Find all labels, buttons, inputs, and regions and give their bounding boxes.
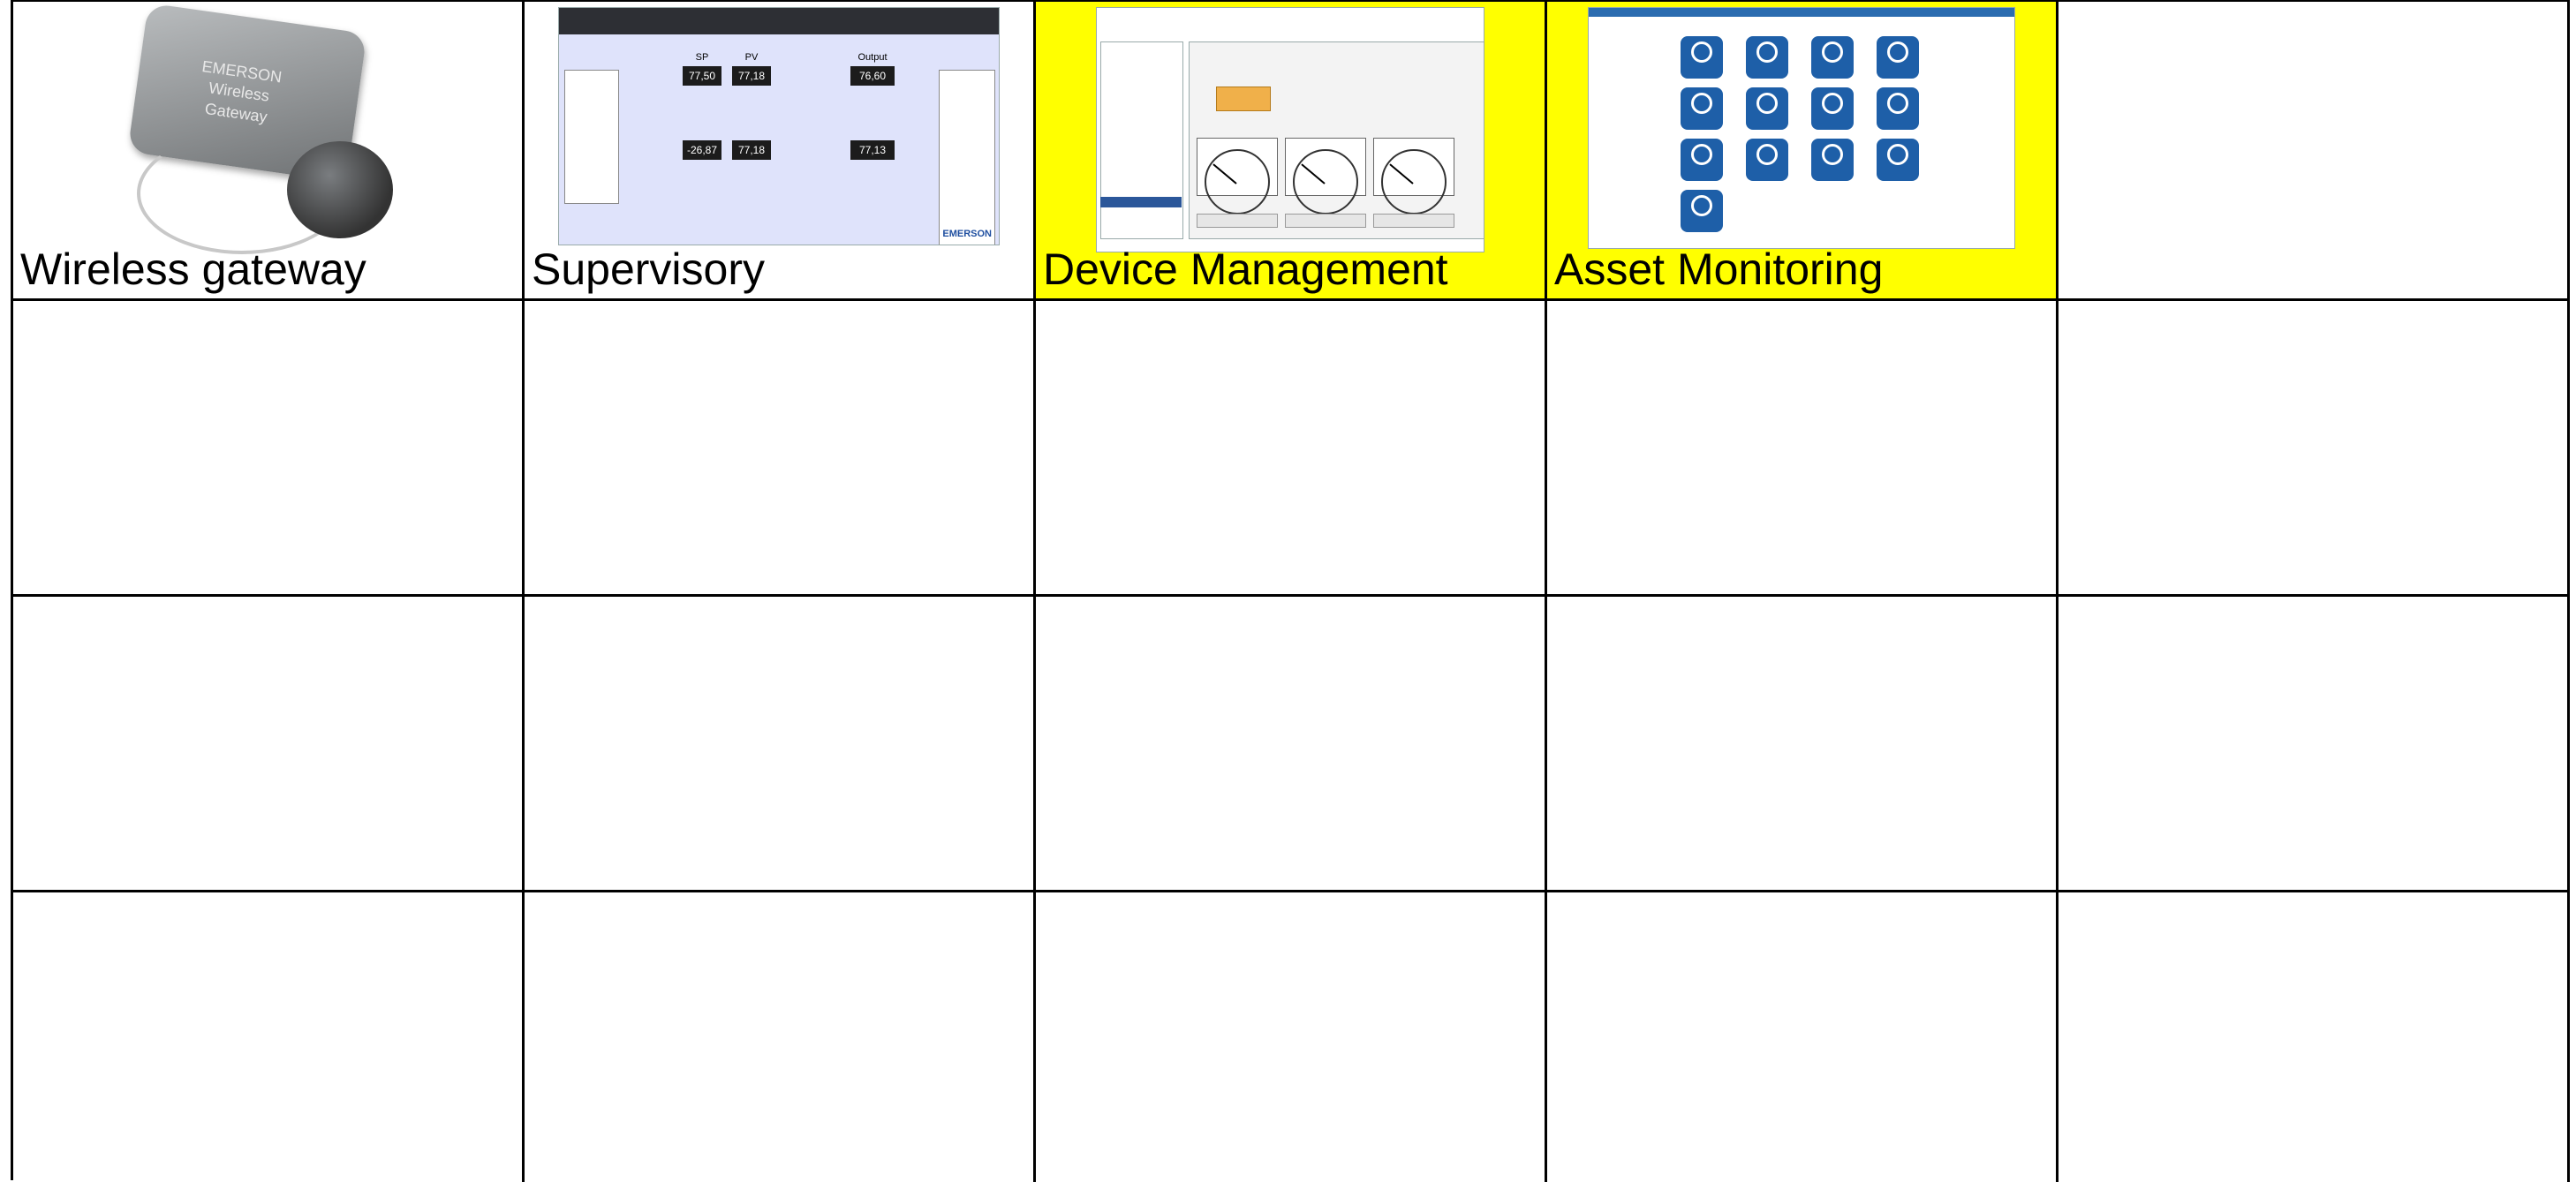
asset-tile bbox=[1681, 139, 1723, 181]
cell-empty bbox=[1036, 301, 1547, 597]
cell-supervisory: SP 77,50 PV 77,18 Output 76,60 -26,87 77… bbox=[525, 2, 1036, 301]
cell-empty bbox=[525, 597, 1036, 892]
value-b: 77,18 bbox=[732, 140, 771, 160]
pv-header: PV bbox=[744, 52, 759, 63]
cell-asset-monitoring: Asset Monitoring bbox=[1547, 2, 2059, 301]
cell-label: Device Management bbox=[1043, 245, 1448, 294]
cell-label: Asset Monitoring bbox=[1554, 245, 1884, 294]
cell-empty bbox=[525, 301, 1036, 597]
supervisory-right-panel bbox=[939, 70, 995, 245]
gauge-analog-output bbox=[1373, 138, 1454, 215]
asset-tile bbox=[1811, 36, 1854, 79]
image-grid: EMERSON Wireless Gateway Wireless gateway … bbox=[11, 0, 2570, 1182]
device-management-screenshot bbox=[1096, 7, 1484, 252]
cell-empty bbox=[13, 301, 525, 597]
asset-tile bbox=[1681, 36, 1723, 79]
asset-tile bbox=[1681, 190, 1723, 232]
sp-header: SP bbox=[695, 52, 709, 63]
asset-tile bbox=[1877, 36, 1919, 79]
cell-empty bbox=[2059, 2, 2570, 301]
output-value: 76,60 bbox=[850, 66, 895, 86]
supervisory-titlebar bbox=[559, 8, 999, 34]
device-tree-panel bbox=[1100, 41, 1183, 239]
cell-empty bbox=[1547, 301, 2059, 597]
cell-empty bbox=[1547, 597, 2059, 892]
supervisory-body: SP 77,50 PV 77,18 Output 76,60 -26,87 77… bbox=[559, 34, 999, 245]
cell-label: Supervisory bbox=[532, 245, 765, 294]
value-c: 77,13 bbox=[850, 140, 895, 160]
asset-tile bbox=[1681, 87, 1723, 130]
cell-empty bbox=[2059, 892, 2570, 1182]
supervisory-left-panel bbox=[564, 70, 619, 204]
cell-empty bbox=[525, 892, 1036, 1182]
cell-empty bbox=[1036, 892, 1547, 1182]
cell-empty bbox=[13, 597, 525, 892]
gateway-antenna bbox=[287, 141, 393, 238]
supervisory-screenshot: SP 77,50 PV 77,18 Output 76,60 -26,87 77… bbox=[558, 7, 1000, 245]
asset-tile bbox=[1746, 87, 1788, 130]
asset-tile-area bbox=[1589, 17, 2014, 248]
sp-value: 77,50 bbox=[683, 66, 721, 86]
value-a: -26,87 bbox=[683, 140, 721, 160]
emerson-logo-text: EMERSON bbox=[942, 229, 992, 239]
device-information-button bbox=[1197, 214, 1278, 228]
asset-titlebar bbox=[1589, 8, 2014, 17]
calibrate-button bbox=[1285, 214, 1366, 228]
cell-label: Wireless gateway bbox=[20, 245, 366, 294]
cell-device-management: Device Management bbox=[1036, 2, 1547, 301]
cell-empty bbox=[1036, 597, 1547, 892]
asset-tile bbox=[1877, 87, 1919, 130]
asset-tile bbox=[1811, 87, 1854, 130]
gauge-sensor-2 bbox=[1285, 138, 1366, 215]
cell-empty bbox=[2059, 597, 2570, 892]
device-overview-panel bbox=[1189, 41, 1484, 239]
overview-nav-item bbox=[1100, 197, 1182, 207]
wireless-gateway-image: EMERSON Wireless Gateway bbox=[119, 3, 411, 254]
asset-monitoring-screenshot bbox=[1588, 7, 2015, 249]
warning-status-icon bbox=[1216, 87, 1271, 111]
asset-tile bbox=[1877, 139, 1919, 181]
gateway-logo-text: EMERSON Wireless Gateway bbox=[200, 56, 283, 126]
cell-empty bbox=[1547, 892, 2059, 1182]
cell-empty bbox=[2059, 301, 2570, 597]
output-header: Output bbox=[857, 52, 888, 63]
asset-tile bbox=[1746, 36, 1788, 79]
asset-tile bbox=[1811, 139, 1854, 181]
cell-empty bbox=[13, 892, 525, 1182]
cell-wireless-gateway: EMERSON Wireless Gateway Wireless gateway bbox=[13, 2, 525, 301]
configure-button bbox=[1373, 214, 1454, 228]
asset-tile bbox=[1746, 139, 1788, 181]
gauge-sensor-1 bbox=[1197, 138, 1278, 215]
pv-value: 77,18 bbox=[732, 66, 771, 86]
